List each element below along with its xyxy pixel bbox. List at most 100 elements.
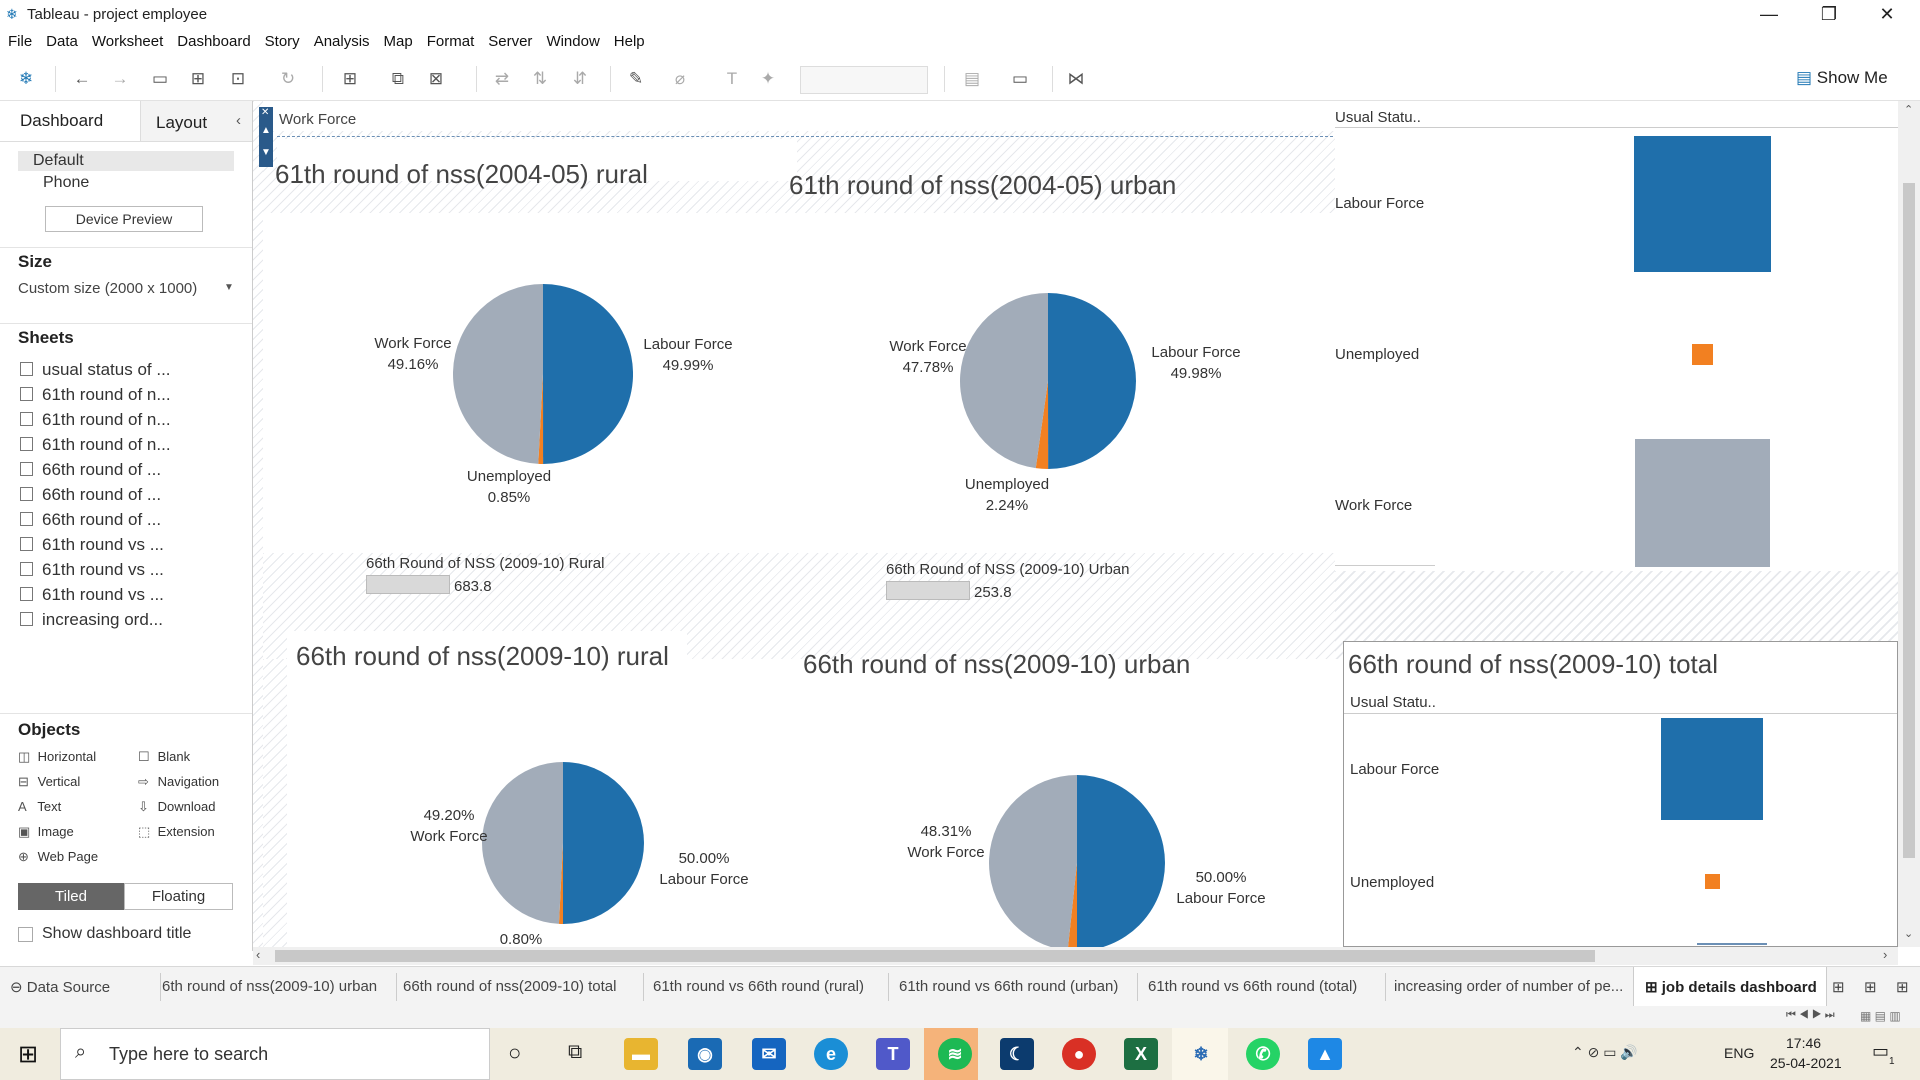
menu-map[interactable]: Map <box>384 29 413 55</box>
square-labour-force[interactable] <box>1634 136 1771 272</box>
fit-dropdown[interactable] <box>800 66 928 94</box>
tab-nav-icons[interactable]: ⏮ ◀ ▶ ⏭ <box>1786 1009 1835 1022</box>
object-vertical[interactable]: ⊟ Vertical <box>18 774 80 790</box>
new-worksheet-icon[interactable]: ⊞ <box>338 68 362 90</box>
close-button[interactable]: ✕ <box>1858 0 1916 29</box>
object-text[interactable]: A Text <box>18 799 61 814</box>
scroll-up-icon[interactable]: ⌃ <box>1904 103 1913 116</box>
tiled-toggle[interactable]: Tiled <box>18 883 124 910</box>
object-web-page[interactable]: ⊕ Web Page <box>18 849 98 865</box>
restore-button[interactable]: ❐ <box>1800 0 1858 29</box>
size-dropdown[interactable]: Custom size (2000 x 1000) <box>18 280 197 297</box>
language-indicator[interactable]: ENG <box>1724 1045 1754 1061</box>
mail-icon[interactable]: ✉ <box>752 1038 786 1070</box>
presentation-mode-icon[interactable]: ▭ <box>1008 68 1032 90</box>
collapse-panel-icon[interactable]: ‹ <box>236 112 241 129</box>
refresh-icon[interactable]: ↻ <box>276 68 300 90</box>
labels-icon[interactable]: T <box>720 68 744 90</box>
app-icon[interactable]: ☾ <box>1000 1038 1034 1070</box>
group-icon[interactable]: ⌀ <box>668 68 692 90</box>
tab-increasing-order[interactable]: increasing order of number of pe... <box>1394 978 1623 995</box>
tray-icons[interactable]: ⌃ ⊘ ▭ 🔊 <box>1572 1044 1638 1061</box>
highlight-icon[interactable]: ✎ <box>624 68 648 90</box>
pie-slice-labour-force[interactable] <box>543 284 633 464</box>
tab-66-total[interactable]: 66th round of nss(2009-10) total <box>403 978 616 995</box>
tab-66-urban[interactable]: 6th round of nss(2009-10) urban <box>162 978 377 995</box>
chrome-icon[interactable]: ● <box>1062 1038 1096 1070</box>
square-work-force[interactable] <box>1635 439 1770 567</box>
sheet-item[interactable]: 61th round of n... <box>20 410 171 430</box>
sheet-item[interactable]: 61th round vs ... <box>20 585 164 605</box>
clock-date[interactable]: 25-04-2021 <box>1770 1055 1842 1071</box>
vertical-scroll-thumb[interactable] <box>1903 183 1915 858</box>
menu-analysis[interactable]: Analysis <box>314 29 370 55</box>
tab-vs-total[interactable]: 61th round vs 66th round (total) <box>1148 978 1357 995</box>
menu-data[interactable]: Data <box>46 29 78 55</box>
object-navigation[interactable]: ⇨ Navigation <box>138 774 219 790</box>
total-square-labour-force[interactable] <box>1661 718 1763 820</box>
device-preview-button[interactable]: Device Preview <box>45 206 203 232</box>
sheet-item[interactable]: 61th round of n... <box>20 385 171 405</box>
horizontal-scroll-thumb[interactable] <box>275 950 1595 962</box>
tab-job-details-dashboard[interactable]: ⊞ job details dashboard <box>1645 978 1817 996</box>
pie-slice-labour-force[interactable] <box>1077 775 1165 947</box>
menu-worksheet[interactable]: Worksheet <box>92 29 163 55</box>
undo-icon[interactable]: ← <box>70 68 94 90</box>
tab-dashboard[interactable]: Dashboard <box>20 111 103 131</box>
show-me-button[interactable]: ▤ Show Me <box>1796 68 1888 88</box>
menu-server[interactable]: Server <box>488 29 532 55</box>
dell-icon[interactable]: ◉ <box>688 1038 722 1070</box>
scroll-down-icon[interactable]: ⌄ <box>1904 927 1913 940</box>
pause-updates-icon[interactable]: ⊡ <box>226 68 250 90</box>
redo-icon[interactable]: → <box>108 68 132 90</box>
sheet-item[interactable]: 66th round of ... <box>20 485 161 505</box>
total-square-unemployed[interactable] <box>1705 874 1720 889</box>
sheet-item[interactable]: 66th round of ... <box>20 460 161 480</box>
menu-window[interactable]: Window <box>546 29 599 55</box>
sort-ascending-icon[interactable]: ⇅ <box>528 68 552 90</box>
windows-start-icon[interactable]: ⊞ <box>18 1040 38 1069</box>
task-view-icon[interactable]: ⧉ <box>568 1041 582 1064</box>
new-worksheet-tab-icon[interactable]: ⊞ <box>1832 978 1845 996</box>
horizontal-scrollbar[interactable]: ‹ › <box>253 947 1898 965</box>
menu-story[interactable]: Story <box>265 29 300 55</box>
new-data-source-icon[interactable]: ⊞ <box>186 68 210 90</box>
tableau-logo-icon[interactable]: ❄ <box>14 68 38 90</box>
object-horizontal[interactable]: ◫ Horizontal <box>18 749 96 765</box>
scroll-right-icon[interactable]: › <box>1883 947 1887 962</box>
tab-vs-rural[interactable]: 61th round vs 66th round (rural) <box>653 978 864 995</box>
sheet-item[interactable]: usual status of ... <box>20 360 171 380</box>
menu-format[interactable]: Format <box>427 29 475 55</box>
tab-data-source[interactable]: ⊖ Data Source <box>10 978 110 996</box>
show-cards-icon[interactable]: ▤ <box>960 68 984 90</box>
total-panel[interactable] <box>1343 641 1898 947</box>
edge-icon[interactable]: e <box>814 1038 848 1070</box>
object-download[interactable]: ⇩ Download <box>138 799 215 815</box>
remove-icon[interactable]: ✕ <box>261 107 269 118</box>
pie-slice-labour-force[interactable] <box>563 762 644 924</box>
show-title-checkbox[interactable] <box>18 927 33 942</box>
notifications-icon[interactable]: ▭ <box>1872 1041 1889 1062</box>
more-options-icon[interactable]: ▼ <box>261 147 271 158</box>
sort-descending-icon[interactable]: ⇵ <box>568 68 592 90</box>
view-mode-icons[interactable]: ▦ ▤ ▥ <box>1860 1009 1901 1023</box>
pie-slice-labour-force[interactable] <box>1048 293 1136 469</box>
tab-vs-urban[interactable]: 61th round vs 66th round (urban) <box>899 978 1118 995</box>
new-dashboard-tab-icon[interactable]: ⊞ <box>1864 978 1877 996</box>
size-dropdown-arrow-icon[interactable]: ▼ <box>224 282 234 293</box>
scroll-left-icon[interactable]: ‹ <box>256 947 260 962</box>
menu-dashboard[interactable]: Dashboard <box>177 29 250 55</box>
square-unemployed[interactable] <box>1692 344 1713 365</box>
taskbar-search-box[interactable]: ⌕ Type here to search <box>60 1028 490 1080</box>
excel-icon[interactable]: X <box>1124 1038 1158 1070</box>
vertical-scrollbar[interactable]: ⌃ ⌄ <box>1898 101 1920 947</box>
new-story-tab-icon[interactable]: ⊞ <box>1896 978 1909 996</box>
menu-file[interactable]: File <box>8 29 32 55</box>
file-explorer-icon[interactable]: ▬ <box>624 1038 658 1070</box>
photos-icon[interactable]: ▲ <box>1308 1038 1342 1070</box>
teams-icon[interactable]: T <box>876 1038 910 1070</box>
sheet-item[interactable]: 66th round of ... <box>20 510 161 530</box>
pin-icon[interactable]: ✦ <box>756 68 780 90</box>
save-icon[interactable]: ▭ <box>148 68 172 90</box>
whatsapp-icon[interactable]: ✆ <box>1246 1038 1280 1070</box>
